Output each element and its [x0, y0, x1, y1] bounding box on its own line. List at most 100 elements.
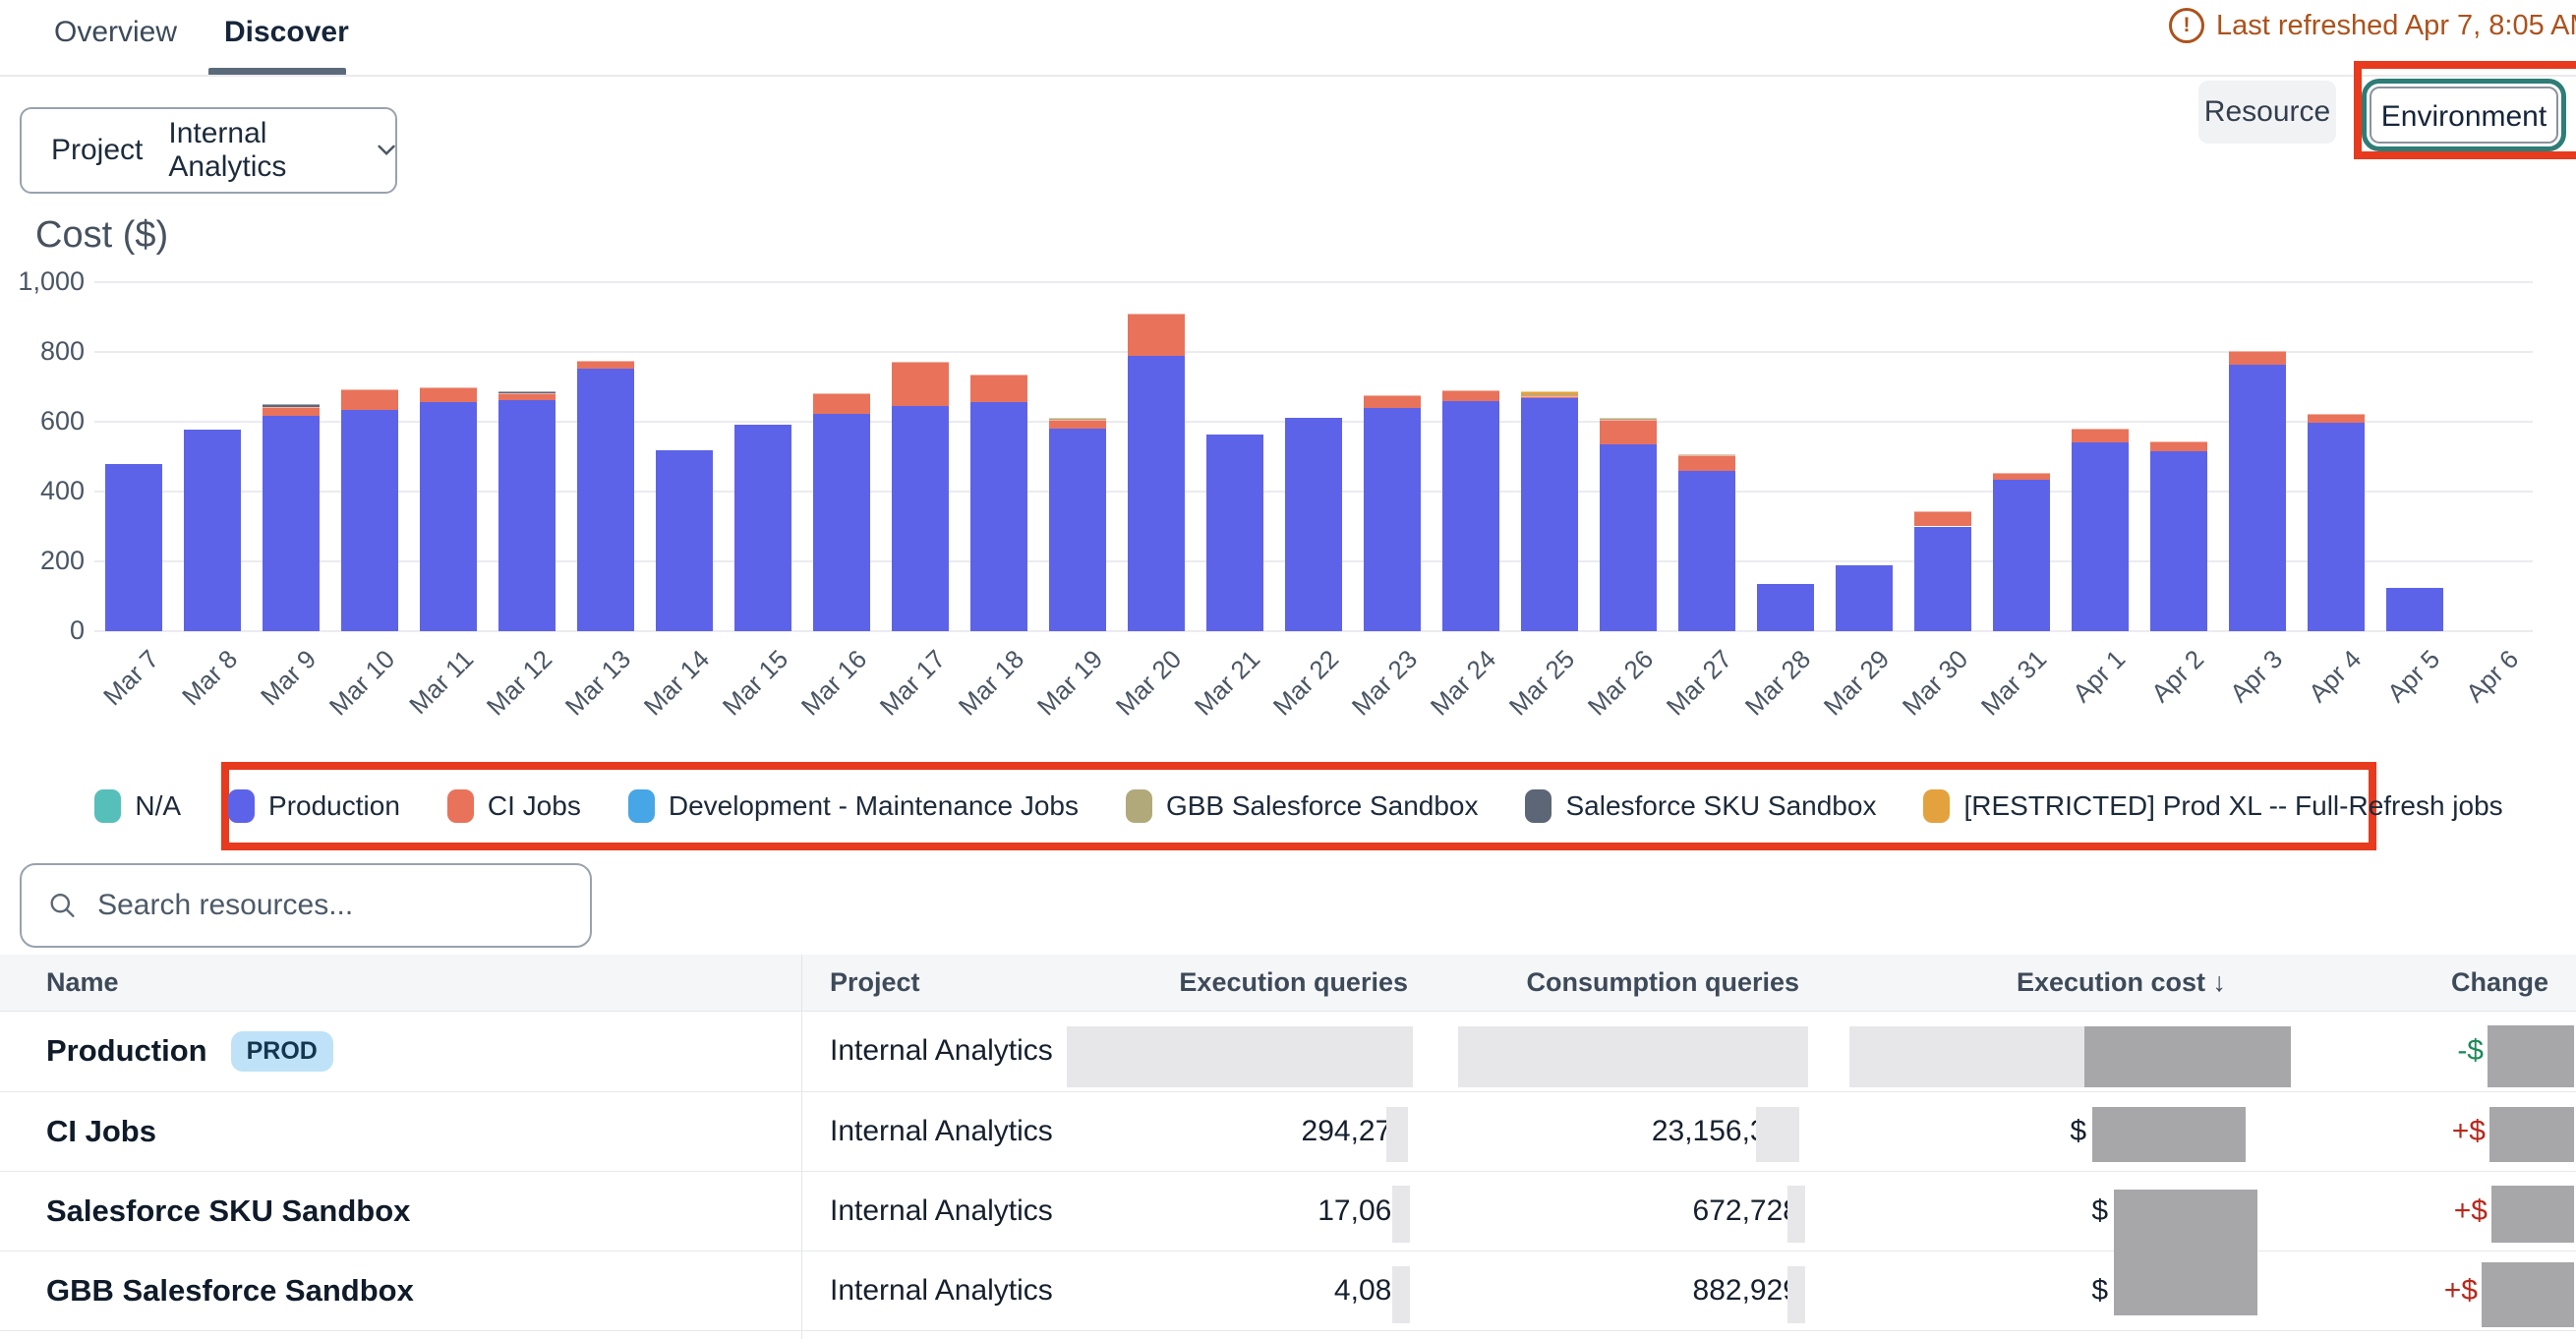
- change-prefix: -$: [2432, 1011, 2484, 1091]
- resource-toggle-button[interactable]: Resource: [2198, 81, 2336, 144]
- legend-swatch: [628, 789, 655, 823]
- change-prefix: +$: [2436, 1171, 2488, 1251]
- bar-segment-Production-Apr-4[interactable]: [2308, 423, 2365, 631]
- bar-segment-CI-Jobs-Mar-27[interactable]: [1678, 455, 1735, 471]
- bar-segment-CI-Jobs-Mar-16[interactable]: [813, 393, 870, 414]
- bar-segment-CI-Jobs-Apr-1[interactable]: [2072, 429, 2129, 442]
- bar-segment-Production-Mar-30[interactable]: [1914, 527, 1971, 632]
- bar-segment-Production-Mar-18[interactable]: [970, 402, 1027, 631]
- bar-segment-Production-Apr-3[interactable]: [2229, 365, 2286, 631]
- bar-segment-Production-Mar-9[interactable]: [263, 416, 320, 631]
- bar-segment-GBB-Salesforce-Sandbox-Mar-27[interactable]: [1678, 454, 1735, 455]
- environment-toggle-button[interactable]: Environment: [2370, 87, 2558, 144]
- bar-segment-Salesforce-SKU-Sandbox-Mar-9[interactable]: [263, 404, 320, 407]
- bar-segment-Salesforce-SKU-Sandbox-Mar-12[interactable]: [498, 391, 556, 392]
- highlight-box: [1392, 1266, 1410, 1323]
- legend-item-CI-Jobs[interactable]: CI Jobs: [447, 789, 581, 823]
- bar-segment-Production-Mar-27[interactable]: [1678, 471, 1735, 631]
- y-axis-tick-label: 600: [14, 406, 85, 437]
- bar-segment-Production-Apr-2[interactable]: [2150, 451, 2207, 631]
- bar-segment-Production-Mar-29[interactable]: [1836, 565, 1893, 631]
- legend-item-Development-Maintenance-Jobs[interactable]: Development - Maintenance Jobs: [628, 789, 1079, 823]
- legend-label: [RESTRICTED] Prod XL -- Full-Refresh job…: [1963, 790, 2502, 822]
- bar-segment-Production-Mar-10[interactable]: [341, 410, 398, 631]
- legend-item-GBB-Salesforce-Sandbox[interactable]: GBB Salesforce Sandbox: [1126, 789, 1479, 823]
- column-header-consumption-queries[interactable]: Consumption queries: [1485, 955, 1799, 1011]
- highlight-box: [1787, 1266, 1805, 1323]
- legend-swatch: [228, 789, 255, 823]
- bar-segment-Production-Mar-26[interactable]: [1600, 444, 1657, 631]
- bar-segment-CI-Jobs-Mar-19[interactable]: [1049, 420, 1106, 429]
- bar-segment-Production-Mar-23[interactable]: [1364, 408, 1421, 631]
- bar-segment-Production-Mar-14[interactable]: [656, 450, 713, 631]
- column-header-name[interactable]: Name: [46, 955, 119, 1011]
- change-prefix: +$: [2427, 1251, 2478, 1330]
- legend-item-Salesforce-SKU-Sandbox[interactable]: Salesforce SKU Sandbox: [1525, 789, 1876, 823]
- bar-segment-Production-Mar-31[interactable]: [1993, 480, 2050, 631]
- highlight-box: [1756, 1107, 1799, 1162]
- bar-segment-CI-Jobs-Mar-25[interactable]: [1521, 396, 1578, 397]
- bar-segment-GBB-Salesforce-Sandbox-Mar-19[interactable]: [1049, 418, 1106, 419]
- bar-segment-CI-Jobs-Mar-10[interactable]: [341, 389, 398, 410]
- bar-segment-Production-Mar-16[interactable]: [813, 414, 870, 631]
- bar-segment-CI-Jobs-Mar-26[interactable]: [1600, 420, 1657, 444]
- project-filter-value: Internal Analytics: [168, 117, 352, 184]
- bar-segment-Production-Mar-20[interactable]: [1128, 356, 1185, 631]
- bar-segment-Production-Mar-12[interactable]: [498, 400, 556, 631]
- legend-swatch: [1923, 789, 1950, 823]
- execution-cost-prefix: $: [2047, 1091, 2086, 1171]
- bar-segment-Production-Mar-13[interactable]: [577, 369, 634, 631]
- bar-segment-Production-Mar-28[interactable]: [1757, 584, 1814, 631]
- bar-segment-Salesforce-SKU-Sandbox-Mar-25[interactable]: [1521, 395, 1578, 396]
- resource-name: Salesforce SKU Sandbox: [46, 1171, 410, 1251]
- bar-segment-CI-Jobs-Apr-3[interactable]: [2229, 351, 2286, 365]
- redaction-box-cost-shared: [2114, 1190, 2257, 1315]
- bar-segment-Production-Apr-5[interactable]: [2386, 588, 2443, 631]
- bar-segment-CI-Jobs-Apr-2[interactable]: [2150, 441, 2207, 451]
- highlight-box: [1849, 1026, 2084, 1087]
- tab-overview[interactable]: Overview: [54, 16, 177, 49]
- table-header: Name Project Execution queries Consumption …: [0, 955, 2576, 1012]
- legend-swatch: [1525, 789, 1551, 823]
- bar-segment-Production-Mar-21[interactable]: [1206, 435, 1263, 631]
- column-header-project[interactable]: Project: [830, 955, 920, 1011]
- bar-segment-GBB-Salesforce-Sandbox-Mar-26[interactable]: [1600, 418, 1657, 419]
- bar-segment-Production-Mar-7[interactable]: [105, 464, 162, 631]
- column-header-change[interactable]: Change: [2451, 955, 2548, 1011]
- project-cell: Internal Analytics: [830, 1011, 1053, 1091]
- bar-segment-Production-Apr-1[interactable]: [2072, 442, 2129, 631]
- bar-segment-CI-Jobs-Mar-30[interactable]: [1914, 511, 1971, 526]
- tab-discover[interactable]: Discover: [224, 16, 349, 49]
- bar-segment-CI-Jobs-Mar-20[interactable]: [1128, 314, 1185, 356]
- bar-segment-Production-Mar-8[interactable]: [184, 430, 241, 631]
- bar-segment-Production-Mar-11[interactable]: [420, 402, 477, 631]
- bar-segment--RESTRICTED-Prod-XL-Full-Refresh-jobs-Mar-25[interactable]: [1521, 391, 1578, 395]
- bar-segment-CI-Jobs-Mar-23[interactable]: [1364, 395, 1421, 407]
- bar-segment-Production-Mar-15[interactable]: [734, 425, 791, 631]
- legend-item-Production[interactable]: Production: [228, 789, 400, 823]
- bar-segment-CI-Jobs-Apr-4[interactable]: [2308, 414, 2365, 423]
- column-header-execution-cost[interactable]: Execution cost ↓: [2017, 955, 2226, 1011]
- y-axis-tick-label: 0: [14, 615, 85, 646]
- legend-item--RESTRICTED-Prod-XL-Full-Refresh-jobs[interactable]: [RESTRICTED] Prod XL -- Full-Refresh job…: [1923, 789, 2502, 823]
- legend-swatch: [1126, 789, 1152, 823]
- redaction-box-change: [2491, 1186, 2574, 1243]
- bar-segment-Production-Mar-19[interactable]: [1049, 429, 1106, 631]
- bar-segment-CI-Jobs-Mar-18[interactable]: [970, 375, 1027, 401]
- bar-segment-Production-Mar-25[interactable]: [1521, 398, 1578, 631]
- bar-segment-Production-Mar-24[interactable]: [1442, 401, 1499, 631]
- bar-segment-Production-Mar-17[interactable]: [892, 406, 949, 631]
- bar-segment-CI-Jobs-Mar-13[interactable]: [577, 361, 634, 369]
- bar-segment-CI-Jobs-Mar-11[interactable]: [420, 387, 477, 402]
- bar-segment-Production-Mar-22[interactable]: [1285, 418, 1342, 631]
- project-filter-dropdown[interactable]: Project Internal Analytics: [20, 107, 397, 194]
- bar-segment-CI-Jobs-Mar-31[interactable]: [1993, 473, 2050, 480]
- column-header-execution-queries[interactable]: Execution queries: [1113, 955, 1408, 1011]
- bar-segment-CI-Jobs-Mar-17[interactable]: [892, 362, 949, 406]
- bar-segment-CI-Jobs-Mar-9[interactable]: [263, 407, 320, 416]
- legend-label: Salesforce SKU Sandbox: [1565, 790, 1876, 822]
- bar-segment-CI-Jobs-Mar-24[interactable]: [1442, 390, 1499, 400]
- search-input[interactable]: [95, 888, 566, 923]
- bar-segment-CI-Jobs-Mar-12[interactable]: [498, 393, 556, 400]
- legend-item-N-A[interactable]: N/A: [94, 789, 181, 823]
